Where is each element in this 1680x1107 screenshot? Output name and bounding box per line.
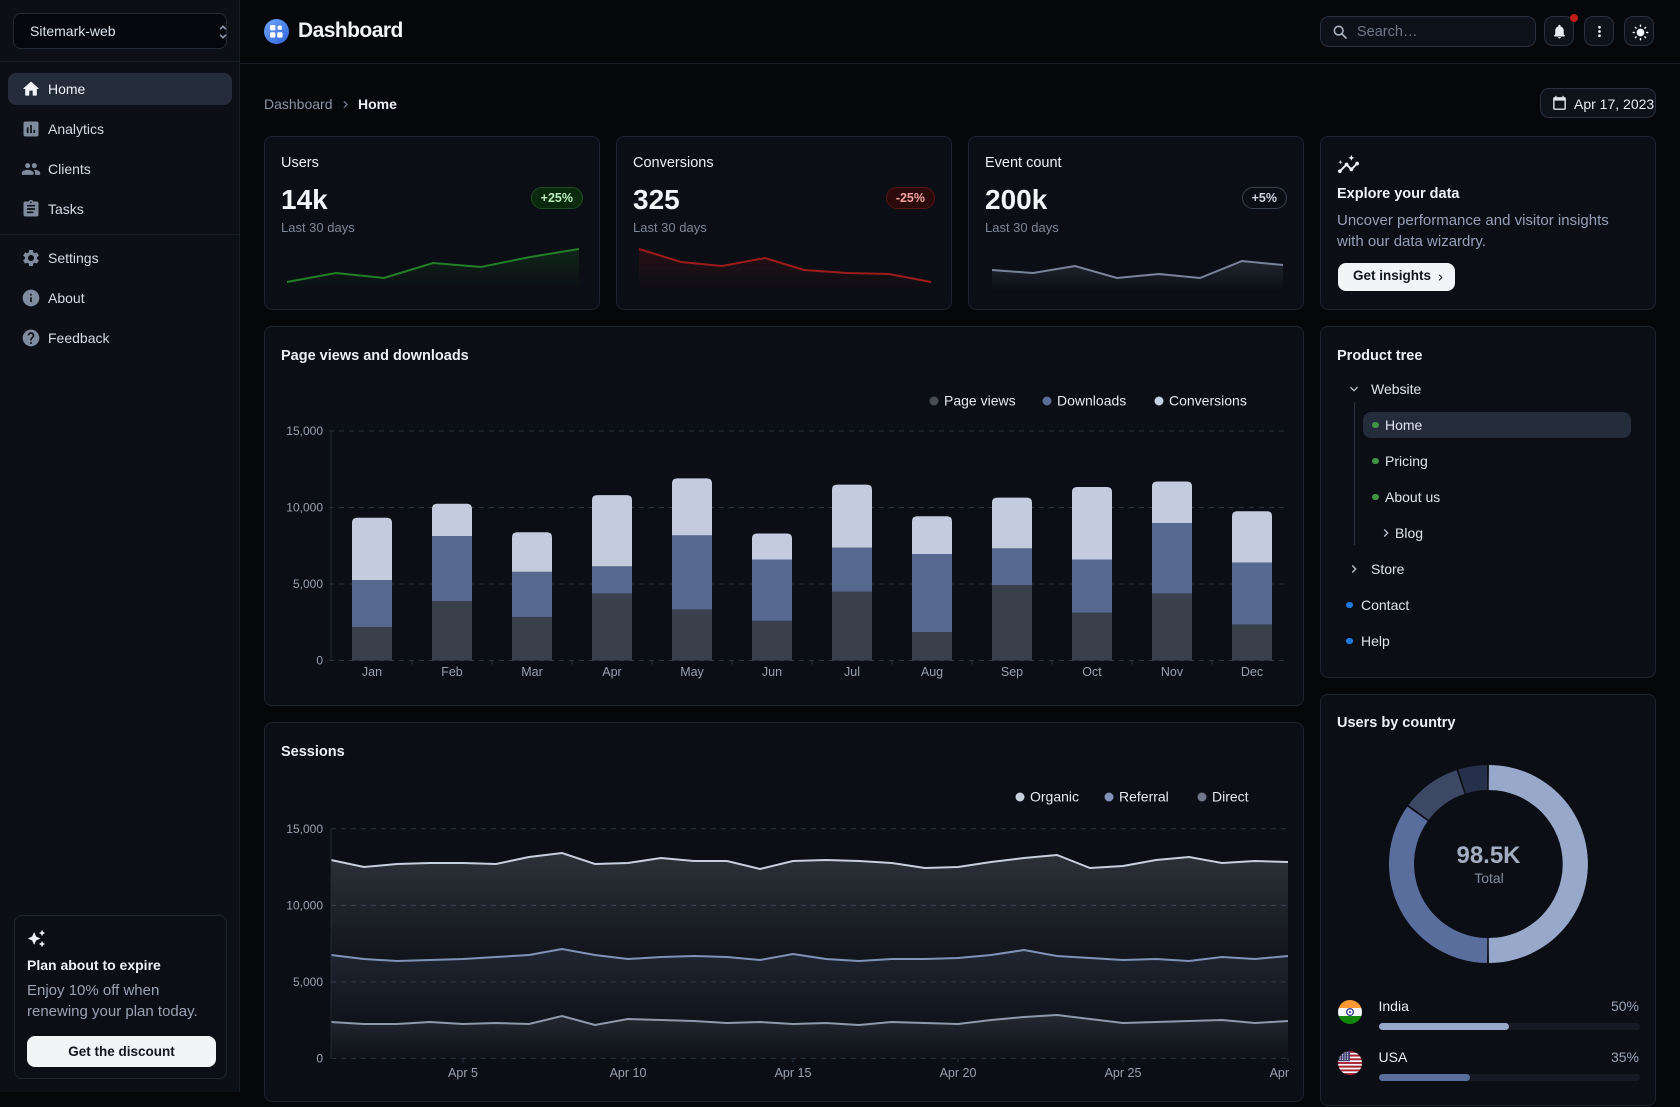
- svg-text:Page views: Page views: [944, 393, 1016, 409]
- svg-text:15,000: 15,000: [286, 822, 323, 836]
- svg-text:Jan: Jan: [362, 665, 382, 679]
- svg-text:Jul: Jul: [844, 665, 860, 679]
- svg-text:Apr 25: Apr 25: [1105, 1066, 1142, 1080]
- svg-text:Oct: Oct: [1082, 665, 1102, 679]
- svg-text:Apr 10: Apr 10: [610, 1066, 647, 1080]
- svg-text:0: 0: [316, 654, 323, 668]
- svg-text:Apr 20: Apr 20: [940, 1066, 977, 1080]
- svg-text:Aug: Aug: [921, 665, 943, 679]
- svg-text:Dec: Dec: [1241, 665, 1263, 679]
- svg-text:Referral: Referral: [1119, 789, 1169, 805]
- svg-text:Organic: Organic: [1030, 789, 1079, 805]
- svg-text:10,000: 10,000: [286, 898, 323, 912]
- svg-text:Jun: Jun: [762, 665, 782, 679]
- svg-text:Sep: Sep: [1001, 665, 1023, 679]
- svg-text:Apr: Apr: [602, 665, 621, 679]
- svg-text:May: May: [680, 665, 704, 679]
- svg-text:Nov: Nov: [1161, 665, 1184, 679]
- svg-text:5,000: 5,000: [293, 975, 323, 989]
- svg-text:Apr 30: Apr 30: [1270, 1066, 1291, 1080]
- svg-text:Apr 5: Apr 5: [448, 1066, 478, 1080]
- svg-text:Mar: Mar: [521, 665, 543, 679]
- svg-text:Conversions: Conversions: [1169, 393, 1247, 409]
- svg-text:Direct: Direct: [1212, 789, 1249, 805]
- svg-text:0: 0: [316, 1051, 323, 1065]
- svg-text:Apr 15: Apr 15: [775, 1066, 812, 1080]
- svg-text:10,000: 10,000: [286, 501, 323, 515]
- svg-text:Feb: Feb: [441, 665, 463, 679]
- svg-text:Downloads: Downloads: [1057, 393, 1126, 409]
- svg-text:5,000: 5,000: [293, 577, 323, 591]
